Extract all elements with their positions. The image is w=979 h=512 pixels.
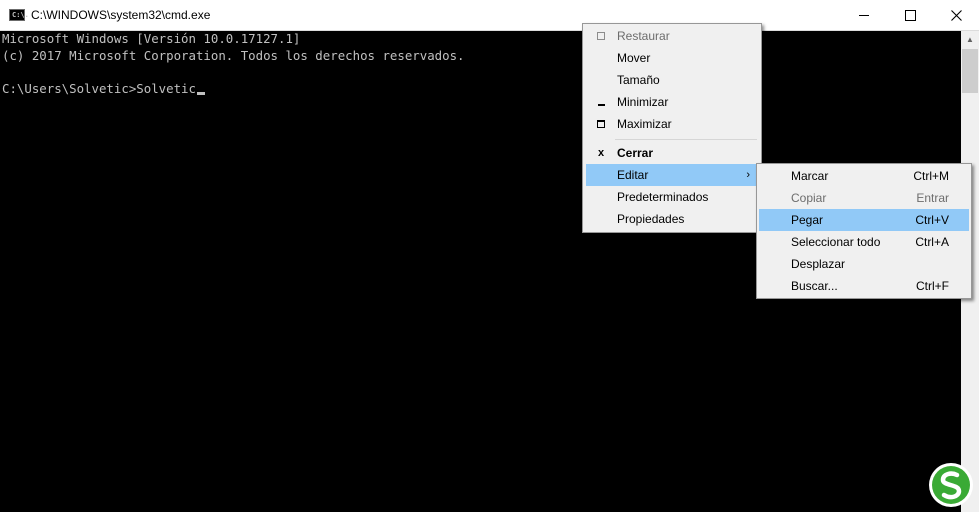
submenu-item-copiar[interactable]: Copiar Entrar <box>759 187 969 209</box>
window-title: C:\WINDOWS\system32\cmd.exe <box>31 8 211 22</box>
submenu-item-desplazar[interactable]: Desplazar <box>759 253 969 275</box>
scroll-up-button[interactable]: ▲ <box>961 31 979 48</box>
menu-item-propiedades[interactable]: Propiedades <box>586 208 758 230</box>
menu-item-editar[interactable]: Editar › <box>586 164 758 186</box>
menu-item-label: Tamaño <box>617 73 660 87</box>
menu-item-mover[interactable]: Mover <box>586 47 758 69</box>
scroll-up-arrow-icon: ▲ <box>966 35 974 44</box>
restore-icon <box>594 25 608 47</box>
menu-item-label: Desplazar <box>791 257 846 271</box>
menu-item-maximizar[interactable]: Maximizar <box>586 113 758 135</box>
maximize-button[interactable] <box>887 0 933 30</box>
menu-item-label: Marcar <box>791 169 829 183</box>
minimize-icon <box>594 91 608 113</box>
menu-item-label: Minimizar <box>617 95 669 109</box>
submenu-arrow-icon: › <box>746 169 750 181</box>
close-icon <box>950 9 962 21</box>
submenu-item-marcar[interactable]: Marcar Ctrl+M <box>759 165 969 187</box>
menu-item-label: Restaurar <box>617 29 670 43</box>
maximize-icon <box>594 113 608 135</box>
menu-item-predeterminados[interactable]: Predeterminados <box>586 186 758 208</box>
menu-item-restaurar[interactable]: Restaurar <box>586 25 758 47</box>
menu-item-label: Editar <box>617 168 649 182</box>
watermark-logo <box>929 463 973 507</box>
menu-item-label: Buscar... <box>791 279 838 293</box>
menu-item-shortcut: Ctrl+M <box>913 169 949 183</box>
submenu-item-seleccionar-todo[interactable]: Seleccionar todo Ctrl+A <box>759 231 969 253</box>
console-line: (c) 2017 Microsoft Corporation. Todos lo… <box>2 47 465 63</box>
menu-item-label: Predeterminados <box>617 190 709 204</box>
scroll-thumb[interactable] <box>962 49 978 93</box>
console-prompt: C:\Users\Solvetic>Solvetic <box>2 80 196 96</box>
submenu-item-pegar[interactable]: Pegar Ctrl+V <box>759 209 969 231</box>
text-cursor <box>196 91 205 95</box>
menu-item-shortcut: Ctrl+V <box>915 213 949 227</box>
menu-separator <box>615 139 757 140</box>
menu-item-shortcut: Ctrl+F <box>916 279 949 293</box>
maximize-icon <box>904 9 916 21</box>
title-bar[interactable]: C:\. C:\WINDOWS\system32\cmd.exe <box>0 0 979 31</box>
menu-item-label: Cerrar <box>617 146 654 160</box>
menu-item-tamano[interactable]: Tamaño <box>586 69 758 91</box>
system-menu: Restaurar Mover Tamaño Minimizar Maximiz… <box>582 23 762 233</box>
console-line: Microsoft Windows [Versión 10.0.17127.1] <box>2 31 301 46</box>
menu-item-cerrar[interactable]: x Cerrar <box>586 142 758 164</box>
cmd-app-icon[interactable]: C:\. <box>9 9 29 21</box>
menu-item-label: Propiedades <box>617 212 685 226</box>
submenu-item-buscar[interactable]: Buscar... Ctrl+F <box>759 275 969 297</box>
menu-item-label: Maximizar <box>617 117 672 131</box>
cmd-app-icon-text: C:\. <box>12 11 29 19</box>
close-icon: x <box>597 147 605 159</box>
menu-item-minimizar[interactable]: Minimizar <box>586 91 758 113</box>
minimize-button[interactable] <box>841 0 887 30</box>
minimize-icon <box>859 14 869 16</box>
menu-item-label: Mover <box>617 51 651 65</box>
edit-submenu: Marcar Ctrl+M Copiar Entrar Pegar Ctrl+V… <box>756 163 972 299</box>
menu-item-shortcut: Entrar <box>916 191 949 205</box>
menu-item-label: Seleccionar todo <box>791 235 881 249</box>
console-prompt-line[interactable]: C:\Users\Solvetic>Solvetic <box>2 81 205 98</box>
menu-item-label: Pegar <box>791 213 824 227</box>
close-button[interactable] <box>933 0 979 30</box>
menu-item-shortcut: Ctrl+A <box>915 235 949 249</box>
menu-item-label: Copiar <box>791 191 827 205</box>
